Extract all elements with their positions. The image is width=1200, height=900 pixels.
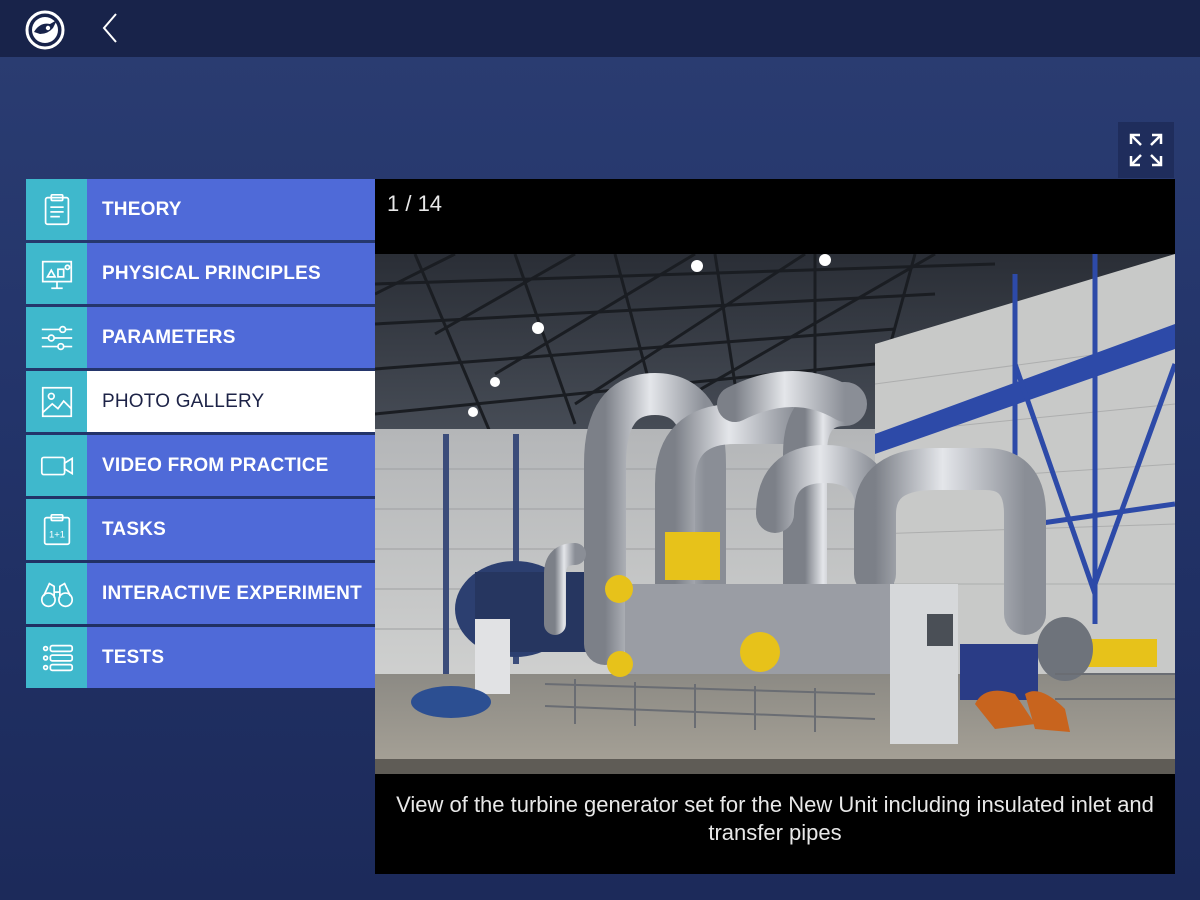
menu-label: PHYSICAL PRINCIPLES bbox=[87, 243, 375, 304]
top-bar bbox=[0, 0, 1200, 57]
menu-label: PHOTO GALLERY bbox=[87, 371, 375, 432]
presentation-board-icon bbox=[41, 260, 72, 289]
menu-label: THEORY bbox=[87, 179, 375, 240]
sliders-icon bbox=[41, 325, 72, 350]
menu-label: TASKS bbox=[87, 499, 375, 560]
expand-arrows-icon bbox=[1129, 133, 1163, 167]
menu-item-parameters[interactable]: PARAMETERS bbox=[26, 307, 375, 368]
sidebar-menu: THEORY PHYSICAL PRINCIPLES PARAMETERS PH… bbox=[26, 179, 375, 691]
menu-item-interactive-experiment[interactable]: INTERACTIVE EXPERIMENT bbox=[26, 563, 375, 624]
menu-item-tasks[interactable]: 1+1 TASKS bbox=[26, 499, 375, 560]
menu-label: INTERACTIVE EXPERIMENT bbox=[87, 563, 375, 624]
menu-label: TESTS bbox=[87, 627, 375, 688]
menu-item-physical-principles[interactable]: PHYSICAL PRINCIPLES bbox=[26, 243, 375, 304]
turbine-hall-photo bbox=[375, 254, 1175, 774]
menu-item-theory[interactable]: THEORY bbox=[26, 179, 375, 240]
menu-item-tests[interactable]: TESTS bbox=[26, 627, 375, 688]
skoda-logo-icon[interactable] bbox=[24, 10, 66, 50]
calculator-clipboard-icon: 1+1 bbox=[43, 513, 70, 545]
photo-viewer[interactable]: 1 / 14 View of the turbine generator set… bbox=[375, 179, 1175, 874]
photo-caption: View of the turbine generator set for th… bbox=[396, 792, 1154, 845]
menu-item-video-from-practice[interactable]: VIDEO FROM PRACTICE bbox=[26, 435, 375, 496]
checklist-icon bbox=[42, 644, 73, 671]
video-camera-icon bbox=[40, 456, 73, 475]
binoculars-icon bbox=[40, 581, 73, 607]
menu-item-photo-gallery[interactable]: PHOTO GALLERY bbox=[26, 371, 375, 432]
image-icon bbox=[41, 386, 72, 417]
svg-text:1+1: 1+1 bbox=[48, 529, 64, 540]
chevron-left-icon[interactable] bbox=[96, 8, 126, 48]
menu-label: VIDEO FROM PRACTICE bbox=[87, 435, 375, 496]
fullscreen-button[interactable] bbox=[1118, 122, 1174, 178]
gallery-photo[interactable] bbox=[375, 254, 1175, 774]
menu-label: PARAMETERS bbox=[87, 307, 375, 368]
clipboard-text-icon bbox=[44, 193, 69, 225]
photo-counter: 1 / 14 bbox=[387, 191, 443, 216]
